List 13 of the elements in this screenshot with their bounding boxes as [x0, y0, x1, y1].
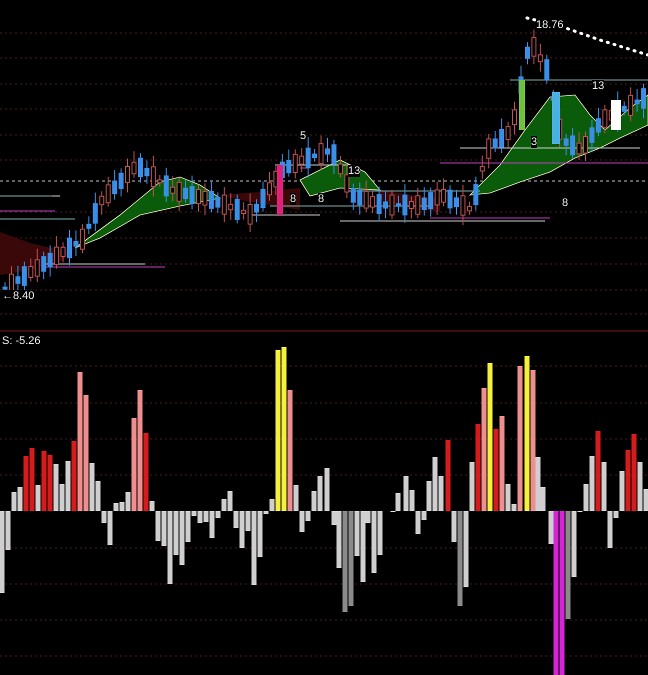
- low-price-label: ←8.40: [2, 290, 34, 302]
- chart-mark-label: 8: [318, 193, 324, 205]
- level-line: [0, 210, 56, 212]
- level-line: [250, 214, 320, 216]
- high-price-label: 18.76: [536, 19, 564, 31]
- chart-mark-label: 13: [592, 80, 604, 92]
- chart-mark-label: 13: [348, 165, 360, 177]
- chart-mark-label: 3: [531, 136, 538, 148]
- histogram-bar: [324, 468, 330, 511]
- chart-mark-label: 8: [290, 193, 296, 205]
- indicator-value-label: S: -5.26: [2, 335, 41, 347]
- chart-mark-label: 5: [300, 130, 306, 142]
- chart-mark-label: 8: [562, 197, 568, 209]
